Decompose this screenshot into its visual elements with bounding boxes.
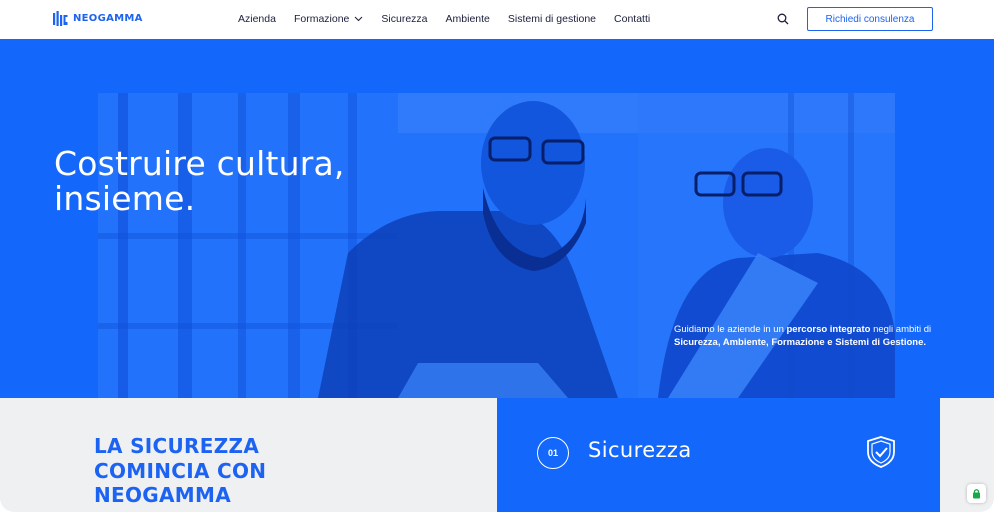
chevron-down-icon — [355, 16, 363, 22]
nav-item-formazione[interactable]: Formazione — [294, 13, 363, 25]
intro-panel: LA SICUREZZA COMINCIA CON NEOGAMMA — [0, 398, 497, 512]
nav-item-contatti[interactable]: Contatti — [614, 13, 650, 25]
logo[interactable]: NEOGAMMA — [53, 11, 143, 26]
nav-item-azienda[interactable]: Azienda — [238, 13, 276, 25]
nav-label: Azienda — [238, 13, 276, 25]
main-nav: Azienda Formazione Sicurezza Ambiente Si… — [238, 13, 650, 25]
nav-label: Formazione — [293, 13, 350, 25]
section-title-line: COMINCIA CON — [94, 458, 267, 483]
hero-title-line: insieme. — [54, 179, 196, 218]
logo-text: NEOGAMMA — [73, 13, 143, 24]
hero-desc-text: Guidiamo le aziende in un — [674, 324, 787, 335]
section-title-line: NEOGAMMA — [94, 483, 231, 507]
cookie-settings-icon[interactable] — [967, 484, 986, 503]
hero-desc-text: negli ambiti di — [870, 324, 932, 335]
service-card-sicurezza[interactable]: 01 Sicurezza — [497, 398, 940, 512]
nav-label: Ambiente — [445, 13, 490, 25]
hero-title: Costruire cultura, insieme. — [54, 146, 345, 216]
request-consultation-button[interactable]: Richiedi consulenza — [807, 7, 933, 31]
hero-title-line: Costruire cultura, — [54, 144, 345, 183]
hero-photo-illustration — [98, 93, 895, 398]
hero-section: Costruire cultura, insieme. Guidiamo le … — [0, 39, 994, 398]
nav-label: Sistemi di gestione — [507, 13, 597, 25]
nav-item-sistemi-di-gestione[interactable]: Sistemi di gestione — [508, 13, 596, 25]
lock-icon — [973, 489, 980, 499]
search-icon[interactable] — [777, 13, 789, 25]
hero-desc-bold: percorso integrato — [786, 324, 871, 335]
nav-label: Contatti — [614, 13, 651, 25]
card-number-badge: 01 — [537, 437, 569, 469]
logo-icon — [53, 11, 68, 26]
nav-item-sicurezza[interactable]: Sicurezza — [381, 13, 427, 25]
section-title-line: LA SICUREZZA — [94, 434, 260, 458]
page: NEOGAMMA Azienda Formazione Sicurezza Am… — [0, 0, 994, 512]
hero-image — [98, 93, 895, 398]
hero-description: Guidiamo le aziende in un percorso integ… — [674, 324, 954, 349]
card-title: Sicurezza — [588, 438, 692, 462]
section-title: LA SICUREZZA COMINCIA CON NEOGAMMA — [94, 434, 266, 508]
nav-item-ambiente[interactable]: Ambiente — [446, 13, 490, 25]
shield-check-icon — [867, 436, 895, 468]
hero-desc-bold: Sicurezza, Ambiente, Formazione e Sistem… — [674, 336, 926, 348]
site-header: NEOGAMMA Azienda Formazione Sicurezza Am… — [0, 0, 994, 39]
nav-label: Sicurezza — [381, 13, 428, 25]
